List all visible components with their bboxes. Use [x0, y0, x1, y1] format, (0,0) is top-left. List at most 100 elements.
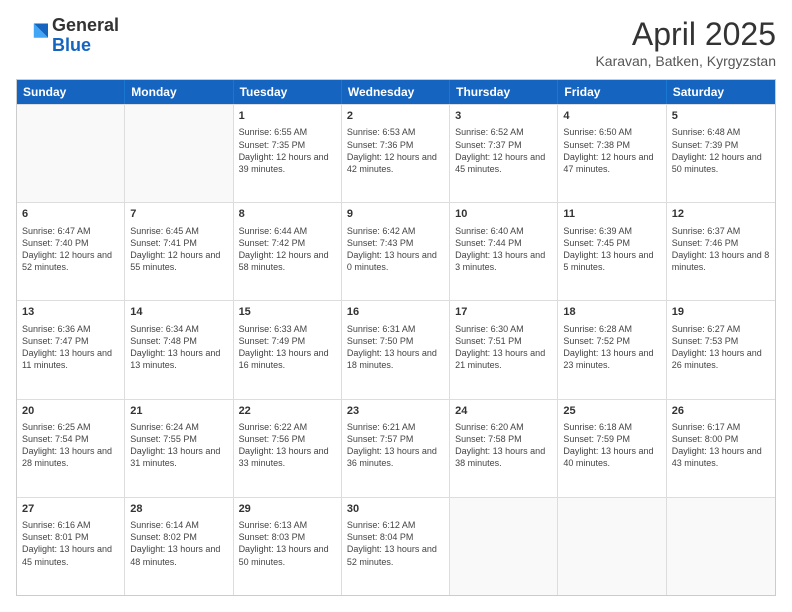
- day-number: 26: [672, 404, 770, 419]
- calendar-cell: 2 Sunrise: 6:53 AM Sunset: 7:36 PM Daylig…: [342, 105, 450, 202]
- cell-daylight-info: Sunrise: 6:17 AM Sunset: 8:00 PM Dayligh…: [672, 421, 770, 470]
- cell-daylight-info: Sunrise: 6:44 AM Sunset: 7:42 PM Dayligh…: [239, 225, 336, 274]
- calendar-cell: 5Sunrise: 6:48 AM Sunset: 7:39 PM Daylig…: [667, 105, 775, 202]
- day-number: 1: [239, 109, 336, 124]
- calendar-row: 1 Sunrise: 6:55 AM Sunset: 7:35 PM Daylig…: [17, 104, 775, 202]
- day-number: 11: [563, 207, 660, 222]
- logo-blue-text: Blue: [52, 36, 119, 56]
- day-number: 12: [672, 207, 770, 222]
- calendar-cell: 30 Sunrise: 6:12 AM Sunset: 8:04 PM Dayli…: [342, 498, 450, 595]
- calendar: SundayMondayTuesdayWednesdayThursdayFrid…: [16, 79, 776, 596]
- day-number: 8: [239, 207, 336, 222]
- calendar-cell: 22 Sunrise: 6:22 AM Sunset: 7:56 PM Dayli…: [234, 400, 342, 497]
- calendar-cell: 24 Sunrise: 6:20 AM Sunset: 7:58 PM Dayli…: [450, 400, 558, 497]
- calendar-cell: 25 Sunrise: 6:18 AM Sunset: 7:59 PM Dayli…: [558, 400, 666, 497]
- logo-general-text: General: [52, 16, 119, 36]
- cell-daylight-info: Sunrise: 6:31 AM Sunset: 7:50 PM Dayligh…: [347, 323, 444, 372]
- day-number: 28: [130, 502, 227, 517]
- day-number: 20: [22, 404, 119, 419]
- cell-daylight-info: Sunrise: 6:42 AM Sunset: 7:43 PM Dayligh…: [347, 225, 444, 274]
- calendar-cell: [450, 498, 558, 595]
- calendar-row: 13 Sunrise: 6:36 AM Sunset: 7:47 PM Dayli…: [17, 300, 775, 398]
- weekday-header: Thursday: [450, 80, 558, 104]
- calendar-cell: 26 Sunrise: 6:17 AM Sunset: 8:00 PM Dayli…: [667, 400, 775, 497]
- day-number: 14: [130, 305, 227, 320]
- cell-daylight-info: Sunrise: 6:37 AM Sunset: 7:46 PM Dayligh…: [672, 225, 770, 274]
- calendar-cell: [667, 498, 775, 595]
- cell-daylight-info: Sunrise: 6:40 AM Sunset: 7:44 PM Dayligh…: [455, 225, 552, 274]
- weekday-header: Saturday: [667, 80, 775, 104]
- cell-daylight-info: Sunrise: 6:34 AM Sunset: 7:48 PM Dayligh…: [130, 323, 227, 372]
- day-number: 29: [239, 502, 336, 517]
- calendar-cell: 4 Sunrise: 6:50 AM Sunset: 7:38 PM Daylig…: [558, 105, 666, 202]
- cell-daylight-info: Sunrise: 6:28 AM Sunset: 7:52 PM Dayligh…: [563, 323, 660, 372]
- calendar-cell: 7Sunrise: 6:45 AM Sunset: 7:41 PM Daylig…: [125, 203, 233, 300]
- day-number: 27: [22, 502, 119, 517]
- calendar-cell: 18 Sunrise: 6:28 AM Sunset: 7:52 PM Dayli…: [558, 301, 666, 398]
- calendar-cell: 15Sunrise: 6:33 AM Sunset: 7:49 PM Dayli…: [234, 301, 342, 398]
- cell-daylight-info: Sunrise: 6:24 AM Sunset: 7:55 PM Dayligh…: [130, 421, 227, 470]
- calendar-title: April 2025: [595, 16, 776, 53]
- cell-daylight-info: Sunrise: 6:53 AM Sunset: 7:36 PM Dayligh…: [347, 126, 444, 175]
- cell-daylight-info: Sunrise: 6:30 AM Sunset: 7:51 PM Dayligh…: [455, 323, 552, 372]
- calendar-row: 20 Sunrise: 6:25 AM Sunset: 7:54 PM Dayli…: [17, 399, 775, 497]
- cell-daylight-info: Sunrise: 6:16 AM Sunset: 8:01 PM Dayligh…: [22, 519, 119, 568]
- day-number: 22: [239, 404, 336, 419]
- cell-daylight-info: Sunrise: 6:12 AM Sunset: 8:04 PM Dayligh…: [347, 519, 444, 568]
- calendar-cell: [125, 105, 233, 202]
- day-number: 2: [347, 109, 444, 124]
- weekday-header: Monday: [125, 80, 233, 104]
- day-number: 7: [130, 207, 227, 222]
- logo-icon: [16, 20, 48, 52]
- calendar-cell: 16 Sunrise: 6:31 AM Sunset: 7:50 PM Dayli…: [342, 301, 450, 398]
- calendar-cell: 10Sunrise: 6:40 AM Sunset: 7:44 PM Dayli…: [450, 203, 558, 300]
- cell-daylight-info: Sunrise: 6:22 AM Sunset: 7:56 PM Dayligh…: [239, 421, 336, 470]
- day-number: 9: [347, 207, 444, 222]
- logo: General Blue: [16, 16, 119, 56]
- day-number: 17: [455, 305, 552, 320]
- day-number: 21: [130, 404, 227, 419]
- calendar-cell: 9 Sunrise: 6:42 AM Sunset: 7:43 PM Daylig…: [342, 203, 450, 300]
- day-number: 30: [347, 502, 444, 517]
- day-number: 13: [22, 305, 119, 320]
- day-number: 5: [672, 109, 770, 124]
- calendar-cell: 14 Sunrise: 6:34 AM Sunset: 7:48 PM Dayli…: [125, 301, 233, 398]
- weekday-header: Tuesday: [234, 80, 342, 104]
- calendar-cell: 21 Sunrise: 6:24 AM Sunset: 7:55 PM Dayli…: [125, 400, 233, 497]
- day-number: 18: [563, 305, 660, 320]
- cell-daylight-info: Sunrise: 6:20 AM Sunset: 7:58 PM Dayligh…: [455, 421, 552, 470]
- cell-daylight-info: Sunrise: 6:14 AM Sunset: 8:02 PM Dayligh…: [130, 519, 227, 568]
- day-number: 19: [672, 305, 770, 320]
- calendar-row: 27 Sunrise: 6:16 AM Sunset: 8:01 PM Dayli…: [17, 497, 775, 595]
- day-number: 16: [347, 305, 444, 320]
- cell-daylight-info: Sunrise: 6:13 AM Sunset: 8:03 PM Dayligh…: [239, 519, 336, 568]
- day-number: 25: [563, 404, 660, 419]
- calendar-location: Karavan, Batken, Kyrgyzstan: [595, 53, 776, 69]
- calendar-row: 6 Sunrise: 6:47 AM Sunset: 7:40 PM Daylig…: [17, 202, 775, 300]
- cell-daylight-info: Sunrise: 6:27 AM Sunset: 7:53 PM Dayligh…: [672, 323, 770, 372]
- day-number: 24: [455, 404, 552, 419]
- calendar-cell: 1 Sunrise: 6:55 AM Sunset: 7:35 PM Daylig…: [234, 105, 342, 202]
- cell-daylight-info: Sunrise: 6:36 AM Sunset: 7:47 PM Dayligh…: [22, 323, 119, 372]
- calendar-cell: 23 Sunrise: 6:21 AM Sunset: 7:57 PM Dayli…: [342, 400, 450, 497]
- cell-daylight-info: Sunrise: 6:21 AM Sunset: 7:57 PM Dayligh…: [347, 421, 444, 470]
- calendar-header: SundayMondayTuesdayWednesdayThursdayFrid…: [17, 80, 775, 104]
- weekday-header: Sunday: [17, 80, 125, 104]
- calendar-cell: 20 Sunrise: 6:25 AM Sunset: 7:54 PM Dayli…: [17, 400, 125, 497]
- cell-daylight-info: Sunrise: 6:47 AM Sunset: 7:40 PM Dayligh…: [22, 225, 119, 274]
- day-number: 23: [347, 404, 444, 419]
- title-block: April 2025 Karavan, Batken, Kyrgyzstan: [595, 16, 776, 69]
- cell-daylight-info: Sunrise: 6:55 AM Sunset: 7:35 PM Dayligh…: [239, 126, 336, 175]
- cell-daylight-info: Sunrise: 6:33 AM Sunset: 7:49 PM Dayligh…: [239, 323, 336, 372]
- cell-daylight-info: Sunrise: 6:25 AM Sunset: 7:54 PM Dayligh…: [22, 421, 119, 470]
- calendar-cell: [17, 105, 125, 202]
- cell-daylight-info: Sunrise: 6:52 AM Sunset: 7:37 PM Dayligh…: [455, 126, 552, 175]
- calendar-cell: [558, 498, 666, 595]
- calendar-cell: 3Sunrise: 6:52 AM Sunset: 7:37 PM Daylig…: [450, 105, 558, 202]
- cell-daylight-info: Sunrise: 6:50 AM Sunset: 7:38 PM Dayligh…: [563, 126, 660, 175]
- calendar-cell: 12 Sunrise: 6:37 AM Sunset: 7:46 PM Dayli…: [667, 203, 775, 300]
- day-number: 6: [22, 207, 119, 222]
- weekday-header: Friday: [558, 80, 666, 104]
- day-number: 4: [563, 109, 660, 124]
- cell-daylight-info: Sunrise: 6:18 AM Sunset: 7:59 PM Dayligh…: [563, 421, 660, 470]
